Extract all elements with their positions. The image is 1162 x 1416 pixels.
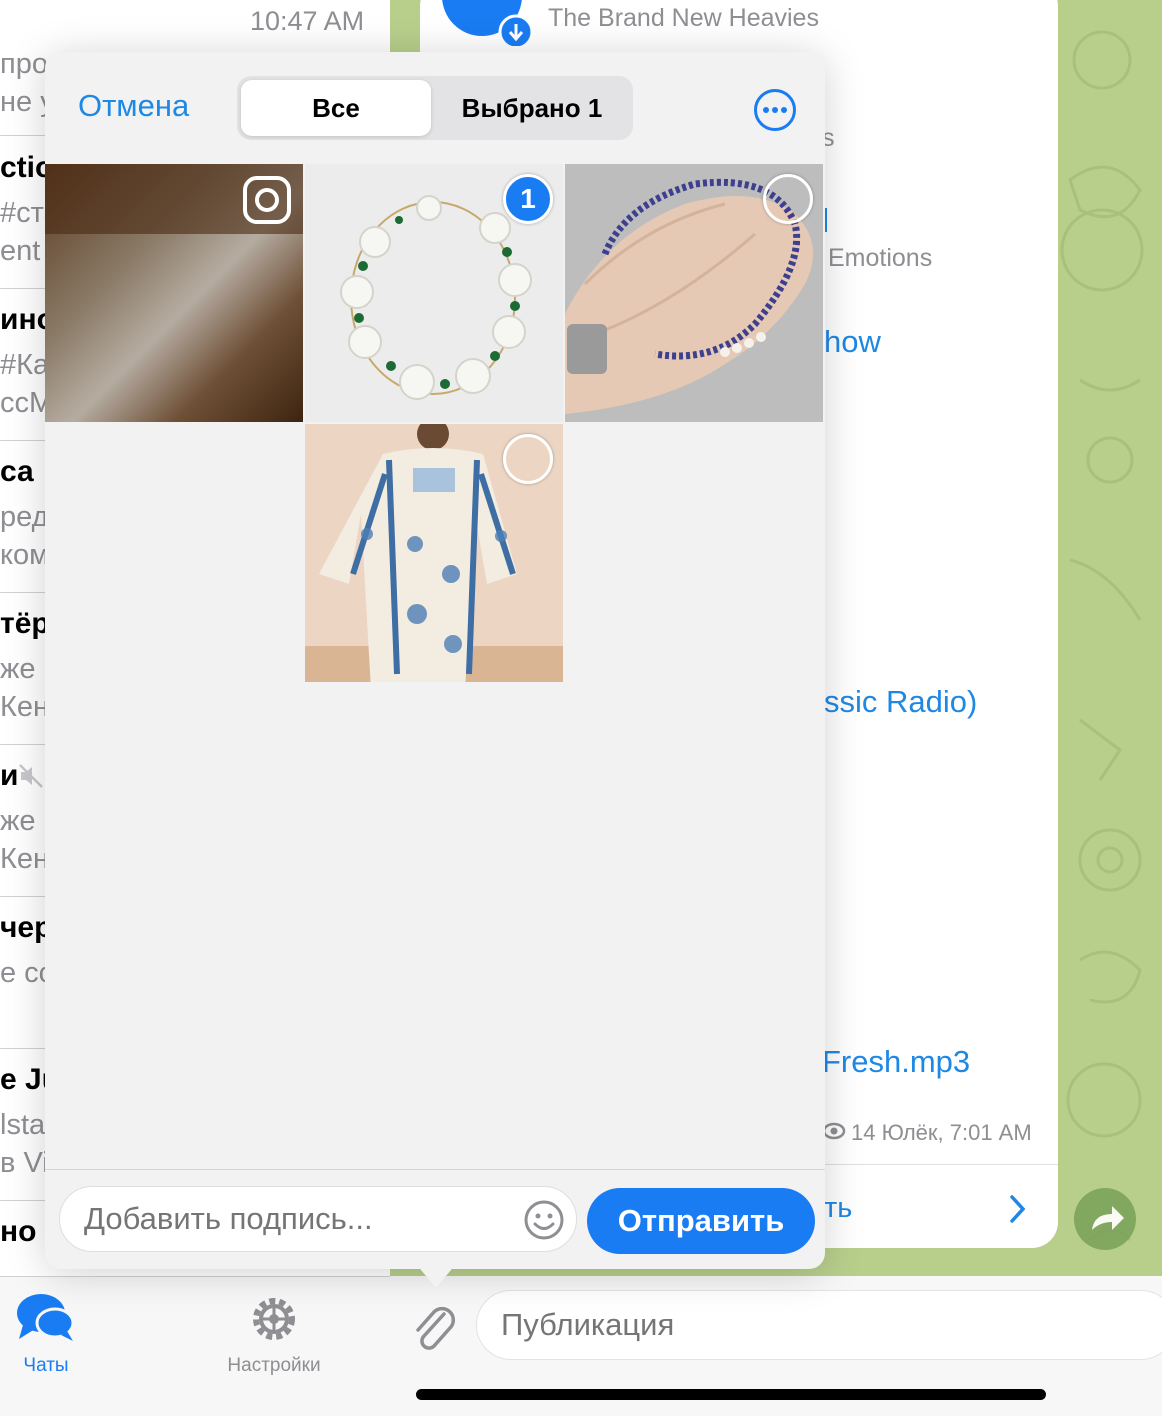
tab-bar: Чаты Настройки bbox=[0, 1276, 390, 1416]
bubble-link-radio[interactable]: ssic Radio) bbox=[824, 684, 977, 720]
selection-circle[interactable] bbox=[503, 434, 553, 484]
caption-input[interactable] bbox=[59, 1186, 577, 1252]
segmented-control: Все Выбрано 1 bbox=[237, 76, 633, 140]
chats-icon bbox=[17, 1294, 75, 1341]
eye-icon bbox=[822, 1122, 846, 1140]
screen: 10:47 AM про не у ctio #ста ent ино #Ка … bbox=[0, 0, 1162, 1416]
send-button[interactable]: Отправить bbox=[587, 1188, 815, 1254]
popover-arrow bbox=[416, 1264, 456, 1288]
download-icon[interactable] bbox=[442, 0, 538, 46]
segment-selected[interactable]: Выбрано 1 bbox=[435, 80, 629, 136]
tab-chats-label: Чаты bbox=[23, 1355, 69, 1376]
media-picker-popover: Отмена Все Выбрано 1 1 Добавить подпись.… bbox=[45, 52, 825, 1269]
home-indicator bbox=[416, 1389, 1046, 1400]
photo-grid: 1 bbox=[45, 164, 825, 682]
photo-kimono-outfit[interactable] bbox=[305, 424, 563, 682]
settings-gear-icon bbox=[253, 1298, 295, 1340]
chevron-right-icon[interactable] bbox=[1008, 1194, 1028, 1224]
chat-preview: ред bbox=[0, 501, 49, 533]
cancel-button[interactable]: Отмена bbox=[78, 88, 189, 124]
publish-input[interactable] bbox=[476, 1290, 1162, 1360]
photo-pearl-bracelet[interactable]: 1 bbox=[305, 164, 563, 422]
paperclip-icon[interactable] bbox=[410, 1300, 458, 1354]
chat-preview-2: ком bbox=[0, 539, 50, 571]
photo-hand-bracelet[interactable] bbox=[565, 164, 823, 422]
chat-preview-2: в Vi bbox=[0, 1147, 49, 1179]
message-input-bar bbox=[390, 1276, 1162, 1416]
emoji-icon[interactable] bbox=[523, 1199, 565, 1241]
chat-preview: #Ка bbox=[0, 349, 50, 381]
chat-preview: про bbox=[0, 48, 48, 80]
camera-preview[interactable] bbox=[45, 164, 303, 422]
chat-preview: же bbox=[0, 805, 36, 837]
tab-settings-label: Настройки bbox=[227, 1355, 321, 1376]
chat-preview: lsta bbox=[0, 1109, 46, 1141]
selection-badge[interactable]: 1 bbox=[503, 174, 553, 224]
audio-title: The Brand New Heavies bbox=[548, 4, 819, 32]
caption-bar: Отправить bbox=[45, 1169, 825, 1269]
message-meta: 14 Юлёк, 7:01 AM bbox=[851, 1120, 1032, 1145]
tab-chats[interactable]: Чаты bbox=[0, 1283, 116, 1383]
chat-preview: же bbox=[0, 653, 36, 685]
chat-title: и bbox=[0, 759, 19, 792]
chat-title: тёр bbox=[0, 607, 50, 640]
mute-icon bbox=[19, 764, 43, 788]
chat-preview-2: ent bbox=[0, 235, 41, 267]
bubble-link-mp3[interactable]: Fresh.mp3 bbox=[822, 1044, 970, 1080]
camera-icon bbox=[243, 176, 291, 224]
more-icon[interactable] bbox=[753, 88, 797, 132]
share-icon bbox=[1092, 1206, 1124, 1230]
bubble-line-emotions: Emotions bbox=[828, 244, 933, 272]
segment-all[interactable]: Все bbox=[241, 80, 431, 136]
tab-settings[interactable]: Настройки bbox=[204, 1283, 344, 1383]
selection-circle[interactable] bbox=[763, 174, 813, 224]
chat-title: са bbox=[0, 455, 34, 488]
share-button[interactable] bbox=[1074, 1188, 1136, 1250]
bubble-action[interactable]: ть bbox=[824, 1192, 852, 1225]
bubble-link-show[interactable]: how bbox=[824, 324, 881, 360]
